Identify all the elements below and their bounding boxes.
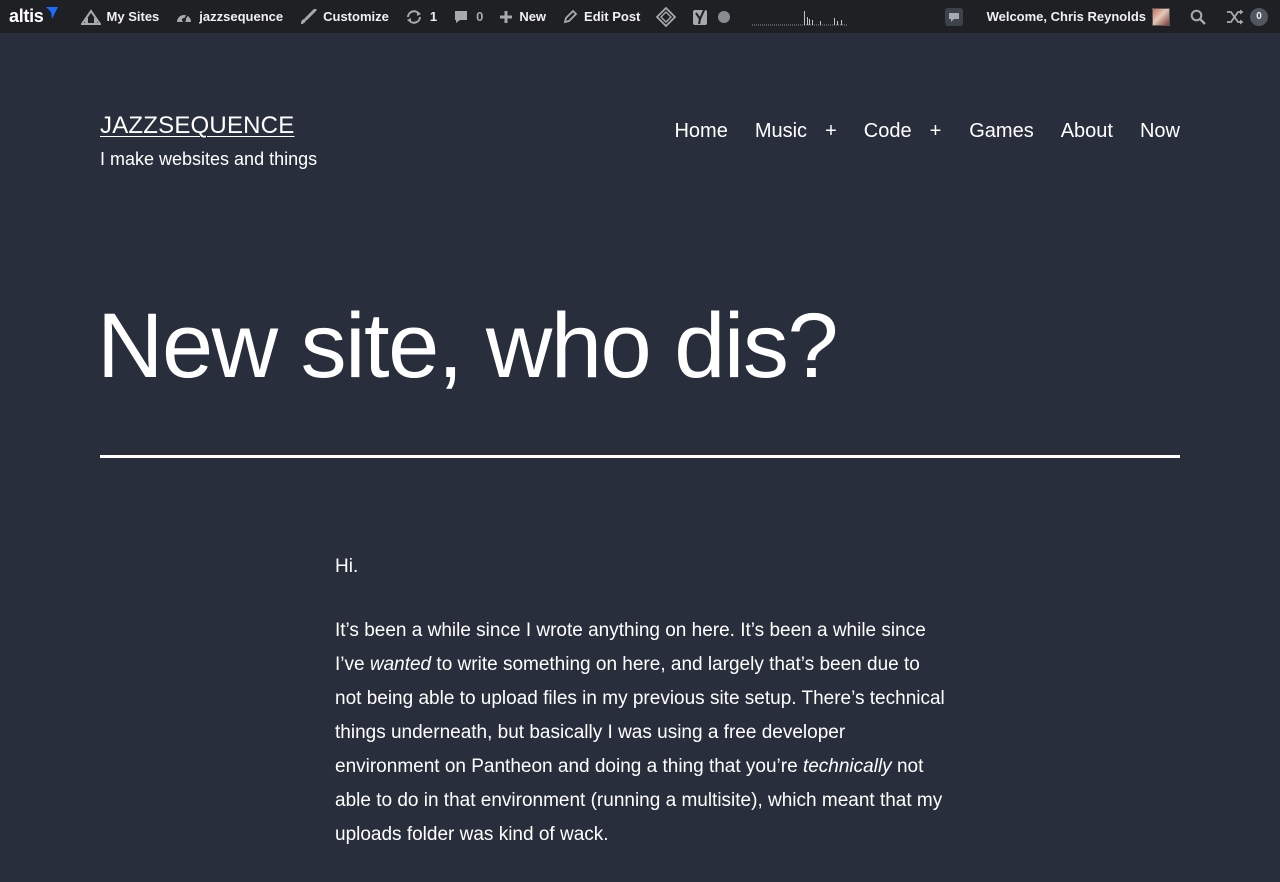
nav-item-games[interactable]: Games [969,118,1033,144]
dashboard-icon [177,13,192,22]
site-header: JAZZSEQUENCE I make websites and things … [100,110,1180,180]
notes-menu[interactable] [937,0,979,33]
user-avatar [1152,7,1170,26]
site-name-label: jazzsequence [199,9,284,24]
notes-bubble-icon [944,7,963,26]
pencil-icon [563,9,578,23]
edit-post-link[interactable]: Edit Post [554,0,648,33]
admin-search-toggle[interactable] [1178,0,1218,33]
music-submenu-toggle-icon[interactable]: + [825,118,837,144]
score-dot-icon [718,10,731,23]
title-divider [100,455,1180,458]
notifications-count-badge: 0 [1250,7,1268,26]
seo-score-indicator[interactable] [714,0,738,33]
shuffle-icon [1227,9,1244,24]
nav-item-home[interactable]: Home [674,118,727,144]
new-content-menu[interactable]: New [491,0,554,33]
altis-logo[interactable]: altis [0,0,73,33]
notifications-menu[interactable]: 0 [1218,0,1276,33]
updates-refresh-icon [406,9,421,24]
performance-sparkline-icon [752,10,849,25]
nav-item-code[interactable]: Code [864,118,912,144]
plugin-diamond-menu[interactable] [648,0,684,33]
yoast-seo-menu[interactable] [684,0,714,33]
query-monitor-sparkline[interactable] [738,0,856,33]
altis-logo-mark-icon [45,6,58,19]
plus-icon [500,10,513,23]
customize-link[interactable]: Customize [291,0,397,33]
post-title: New site, who dis? [97,295,839,397]
paragraph-intro: It’s been a while since I wrote anything… [335,614,945,852]
my-account-menu[interactable]: Welcome, Chris Reynolds [979,0,1178,33]
my-sites-label: My Sites [106,9,160,24]
welcome-text: Welcome, Chris Reynolds [986,9,1146,24]
updates-count: 1 [429,9,438,24]
site-title-link[interactable]: JAZZSEQUENCE [100,110,294,142]
paintbrush-icon [301,8,317,24]
emphasis-wanted: wanted [369,654,432,675]
yoast-seo-icon [693,7,708,25]
emphasis-technically: technically [802,756,892,777]
customize-label: Customize [323,9,389,24]
altis-logo-text: altis [9,6,44,26]
admin-bar: altis My Sites jazzsequence Customize 1 … [0,0,1280,33]
search-icon [1190,9,1206,25]
primary-navigation: Home Music + Code + Games About Now [674,118,1180,144]
comments-count: 0 [476,9,484,24]
site-name-menu[interactable]: jazzsequence [167,0,291,33]
post-content: Hi. It’s been a while since I wrote anyt… [335,550,945,882]
my-sites-icon [80,8,101,25]
paragraph-greeting: Hi. [335,556,359,577]
new-label: New [519,9,547,24]
updates-link[interactable]: 1 [397,0,445,33]
code-submenu-toggle-icon[interactable]: + [930,118,942,144]
site-tagline: I make websites and things [100,149,318,169]
nav-item-now[interactable]: Now [1140,118,1180,144]
my-sites-menu[interactable]: My Sites [73,0,168,33]
nav-item-music[interactable]: Music [755,118,807,144]
comments-link[interactable]: 0 [445,0,491,33]
diamond-plugin-icon [656,6,677,27]
comment-bubble-icon [455,10,468,23]
nav-item-about[interactable]: About [1061,118,1113,144]
edit-post-label: Edit Post [584,9,641,24]
